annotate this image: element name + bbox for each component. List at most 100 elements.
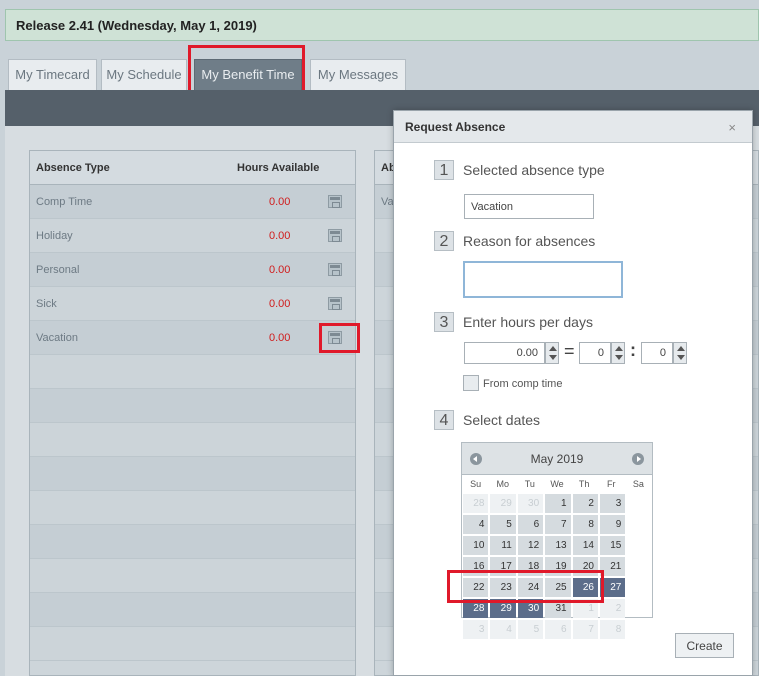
table-row: Sick 0.00 [30,287,355,321]
calendar-day[interactable]: 9 [599,515,626,534]
calendar-header: May 2019 [462,443,652,475]
empty-row [30,525,355,559]
hours-input[interactable] [464,342,545,364]
calendar-day-other-month[interactable]: 3 [463,620,489,639]
calendar-day[interactable]: 10 [463,536,489,555]
calendar-day[interactable]: 2 [572,494,598,513]
calendar-day[interactable]: 31 [545,599,571,618]
spin-down-icon[interactable] [677,355,685,360]
spin-down-icon[interactable] [549,355,557,360]
empty-row [30,389,355,423]
calendar-day-other-month[interactable]: 28 [463,494,489,513]
comp-time-checkbox[interactable] [463,375,479,391]
calendar-day-selected[interactable]: 30 [517,599,544,618]
calendar-day-other-month[interactable]: 30 [517,494,544,513]
step-1-number: 1 [434,160,454,180]
empty-row [30,627,355,661]
calendar-day[interactable]: 18 [517,557,544,576]
tab-my-schedule[interactable]: My Schedule [101,59,187,90]
tab-my-benefit-time[interactable]: My Benefit Time [194,59,302,92]
next-month-icon[interactable] [632,453,644,465]
calendar-day[interactable]: 21 [599,557,626,576]
calendar-day[interactable]: 20 [572,557,598,576]
calendar-day[interactable]: 13 [545,536,571,555]
calendar-day[interactable]: 12 [517,536,544,555]
table-row: Vacation 0.00 [30,321,355,355]
step-3-label: Enter hours per days [463,314,593,330]
calendar-day-other-month[interactable]: 8 [599,620,626,639]
empty-row [30,423,355,457]
reason-input[interactable] [463,261,623,298]
calendar-day-other-month[interactable]: 6 [545,620,571,639]
absence-types-panel: Absence Type Hours Available Comp Time 0… [29,150,356,676]
calendar-day-other-month[interactable]: 29 [490,494,516,513]
tab-my-messages[interactable]: My Messages [310,59,406,90]
spin-up-icon[interactable] [549,346,557,351]
calendar-day[interactable]: 24 [517,578,544,597]
weekday-label: Mo [496,479,509,489]
calendar-day[interactable]: 15 [599,536,626,555]
spin-down-icon[interactable] [615,355,623,360]
request-calendar-icon[interactable] [328,297,342,310]
hours-spinner[interactable] [545,342,559,364]
calendar-day-other-month[interactable]: 7 [572,620,598,639]
calendar-day-other-month[interactable]: 2 [599,599,626,618]
step-1-label: Selected absence type [463,162,605,178]
calendar-day[interactable]: 14 [572,536,598,555]
tab-my-timecard[interactable]: My Timecard [8,59,97,90]
request-calendar-icon[interactable] [328,263,342,276]
calendar-day-other-month[interactable]: 4 [490,620,516,639]
calendar-day[interactable]: 22 [463,578,489,597]
close-icon[interactable]: × [728,120,736,135]
weekday-row: Su Mo Tu We Th Fr Sa [462,475,652,493]
request-calendar-icon[interactable] [328,331,342,344]
request-calendar-icon[interactable] [328,229,342,242]
calendar-day-selected[interactable]: 29 [490,599,516,618]
hh-input[interactable] [579,342,611,364]
absence-table-header: Absence Type Hours Available [30,151,355,185]
dialog-title: Request Absence [405,120,506,134]
request-calendar-icon[interactable] [328,195,342,208]
weekday-label: Th [578,479,590,489]
calendar-day[interactable]: 5 [490,515,516,534]
step-3-number: 3 [434,312,454,332]
spin-up-icon[interactable] [615,346,623,351]
absence-type-label: Holiday [36,230,73,242]
calendar-day-selected[interactable]: 26 [572,578,598,597]
weekday-label: Tu [524,479,535,489]
calendar-day[interactable]: 4 [463,515,489,534]
calendar-day[interactable]: 16 [463,557,489,576]
calendar-day[interactable]: 3 [599,494,626,513]
absence-type-label: Comp Time [36,196,93,208]
table-row: Comp Time 0.00 [30,185,355,219]
absence-type-label: Personal [36,264,80,276]
request-absence-dialog: Request Absence × 1 Selected absence typ… [393,110,753,676]
calendar-day-selected[interactable]: 28 [463,599,489,618]
calendar-day[interactable]: 25 [545,578,571,597]
calendar-day[interactable]: 6 [517,515,544,534]
calendar-day-selected[interactable]: 27 [599,578,626,597]
calendar-day[interactable]: 8 [572,515,598,534]
table-row: Holiday 0.00 [30,219,355,253]
mm-spinner[interactable] [673,342,687,364]
absence-type-field[interactable] [464,194,594,219]
calendar-day[interactable]: 19 [545,557,571,576]
hh-spinner[interactable] [611,342,625,364]
calendar-day[interactable]: 23 [490,578,516,597]
calendar-day-other-month[interactable]: 5 [517,620,544,639]
hours-value: 0.00 [269,196,291,208]
calendar-day[interactable]: 11 [490,536,516,555]
mm-input[interactable] [641,342,673,364]
weekday-label: Sa [632,479,644,489]
spin-up-icon[interactable] [677,346,685,351]
colon-separator: : [630,340,636,360]
calendar-day[interactable]: 17 [490,557,516,576]
table-row: Personal 0.00 [30,253,355,287]
empty-row [30,593,355,627]
equals-sign: = [564,341,575,361]
empty-row [30,355,355,389]
create-button[interactable]: Create [675,633,734,658]
calendar-day[interactable]: 1 [545,494,571,513]
calendar-day[interactable]: 7 [545,515,571,534]
calendar-day-other-month[interactable]: 1 [572,599,598,618]
